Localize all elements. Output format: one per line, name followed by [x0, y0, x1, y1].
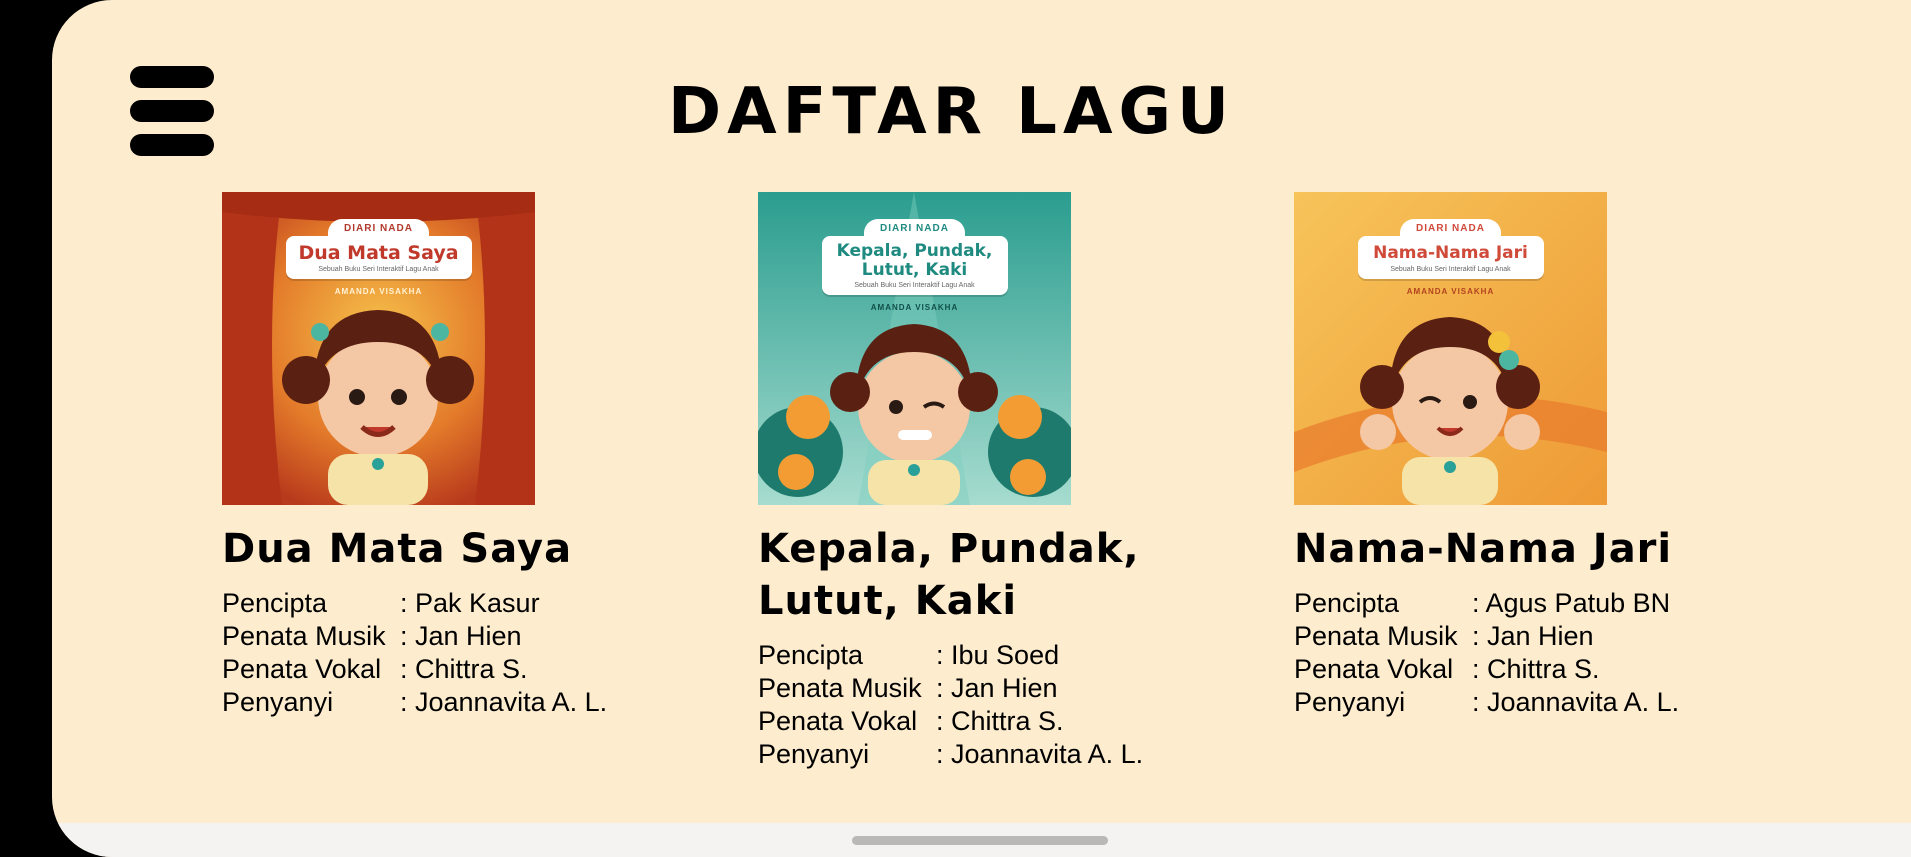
cover-title: Nama-Nama Jari — [1373, 243, 1528, 263]
credit-row: Penata Musik : Jan Hien — [1294, 620, 1774, 653]
credit-row: Penata Vokal : Chittra S. — [222, 653, 702, 686]
song-title[interactable]: Nama-Nama Jari — [1294, 523, 1774, 575]
credit-label: Penata Musik — [222, 621, 386, 651]
system-navigation-bar — [52, 823, 1911, 857]
app-screen: DAFTAR LAGU DIARI NADA Dua Mata Saya Seb… — [52, 0, 1911, 857]
cover-series: DIARI NADA — [864, 219, 965, 236]
credit-value: : Agus Patub BN — [1472, 588, 1671, 618]
credit-label: Penata Musik — [1294, 621, 1458, 651]
credit-label: Pencipta — [1294, 588, 1400, 618]
credits-list: Pencipta : Pak Kasur Penata Musik : Jan Hi… — [222, 587, 702, 719]
album-cover[interactable]: DIARI NADA Nama-Nama Jari Sebuah Buku Se… — [1294, 192, 1607, 505]
credit-label: Pencipta — [222, 588, 328, 618]
credit-label: Pencipta — [758, 640, 864, 670]
credit-label: Penata Vokal — [758, 706, 918, 736]
credit-value: : Pak Kasur — [400, 588, 540, 618]
credit-value: : Joannavita A. L. — [1472, 687, 1680, 717]
cover-subtitle: Sebuah Buku Seri Interaktif Lagu Anak — [1390, 266, 1511, 273]
cover-series: DIARI NADA — [1400, 219, 1501, 236]
credit-row: Pencipta : Pak Kasur — [222, 587, 702, 620]
credit-value: : Joannavita A. L. — [400, 687, 608, 717]
song-card[interactable]: DIARI NADA Kepala, Pundak, Lutut, Kaki S… — [758, 192, 1238, 771]
cover-banner: DIARI NADA Nama-Nama Jari Sebuah Buku Se… — [1357, 218, 1544, 296]
credit-value: : Chittra S. — [936, 706, 1064, 736]
credits-list: Pencipta : Agus Patub BN Penata Musik : Ja… — [1294, 587, 1774, 719]
credit-value: : Chittra S. — [400, 654, 528, 684]
credit-row: Penata Musik : Jan Hien — [758, 672, 1238, 705]
cover-series: DIARI NADA — [328, 219, 429, 236]
cover-title: Dua Mata Saya — [298, 242, 459, 264]
credit-value: : Jan Hien — [400, 621, 522, 651]
credit-value: : Ibu Soed — [936, 640, 1060, 670]
credit-label: Penyanyi — [1294, 687, 1406, 717]
cover-banner: DIARI NADA Dua Mata Saya Sebuah Buku Ser… — [285, 218, 472, 296]
song-card[interactable]: DIARI NADA Dua Mata Saya Sebuah Buku Ser… — [222, 192, 702, 719]
credit-value: : Chittra S. — [1472, 654, 1600, 684]
credit-row: Pencipta : Agus Patub BN — [1294, 587, 1774, 620]
cover-subtitle: Sebuah Buku Seri Interaktif Lagu Anak — [318, 266, 439, 273]
home-indicator[interactable] — [852, 836, 1108, 845]
credit-label: Penyanyi — [758, 739, 870, 769]
album-cover[interactable]: DIARI NADA Kepala, Pundak, Lutut, Kaki S… — [758, 192, 1071, 505]
cover-subtitle: Sebuah Buku Seri Interaktif Lagu Anak — [854, 282, 975, 289]
credit-label: Penyanyi — [222, 687, 334, 717]
credit-value: : Jan Hien — [936, 673, 1058, 703]
credit-row: Penyanyi : Joannavita A. L. — [1294, 686, 1774, 719]
cover-banner: DIARI NADA Kepala, Pundak, Lutut, Kaki S… — [821, 218, 1008, 312]
credit-row: Penata Vokal : Chittra S. — [1294, 653, 1774, 686]
credit-row: Penata Vokal : Chittra S. — [758, 705, 1238, 738]
credit-label: Penata Musik — [758, 673, 922, 703]
credits-list: Pencipta : Ibu Soed Penata Musik : Jan Hie… — [758, 639, 1238, 771]
credit-value: : Jan Hien — [1472, 621, 1594, 651]
credit-label: Penata Vokal — [1294, 654, 1454, 684]
song-card[interactable]: DIARI NADA Nama-Nama Jari Sebuah Buku Se… — [1294, 192, 1774, 719]
credit-row: Pencipta : Ibu Soed — [758, 639, 1238, 672]
song-title[interactable]: Kepala, Pundak, Lutut, Kaki — [758, 523, 1238, 627]
cover-title: Kepala, Pundak, Lutut, Kaki — [836, 241, 993, 280]
album-cover[interactable]: DIARI NADA Dua Mata Saya Sebuah Buku Ser… — [222, 192, 535, 505]
page-title: DAFTAR LAGU — [668, 75, 1235, 149]
credit-row: Penata Musik : Jan Hien — [222, 620, 702, 653]
cover-author: AMANDA VISAKHA — [870, 303, 959, 312]
song-title[interactable]: Dua Mata Saya — [222, 523, 702, 575]
cover-author: AMANDA VISAKHA — [1406, 287, 1495, 296]
credit-label: Penata Vokal — [222, 654, 382, 684]
credit-value: : Joannavita A. L. — [936, 739, 1144, 769]
cover-author: AMANDA VISAKHA — [334, 287, 423, 296]
credit-row: Penyanyi : Joannavita A. L. — [758, 738, 1238, 771]
credit-row: Penyanyi : Joannavita A. L. — [222, 686, 702, 719]
